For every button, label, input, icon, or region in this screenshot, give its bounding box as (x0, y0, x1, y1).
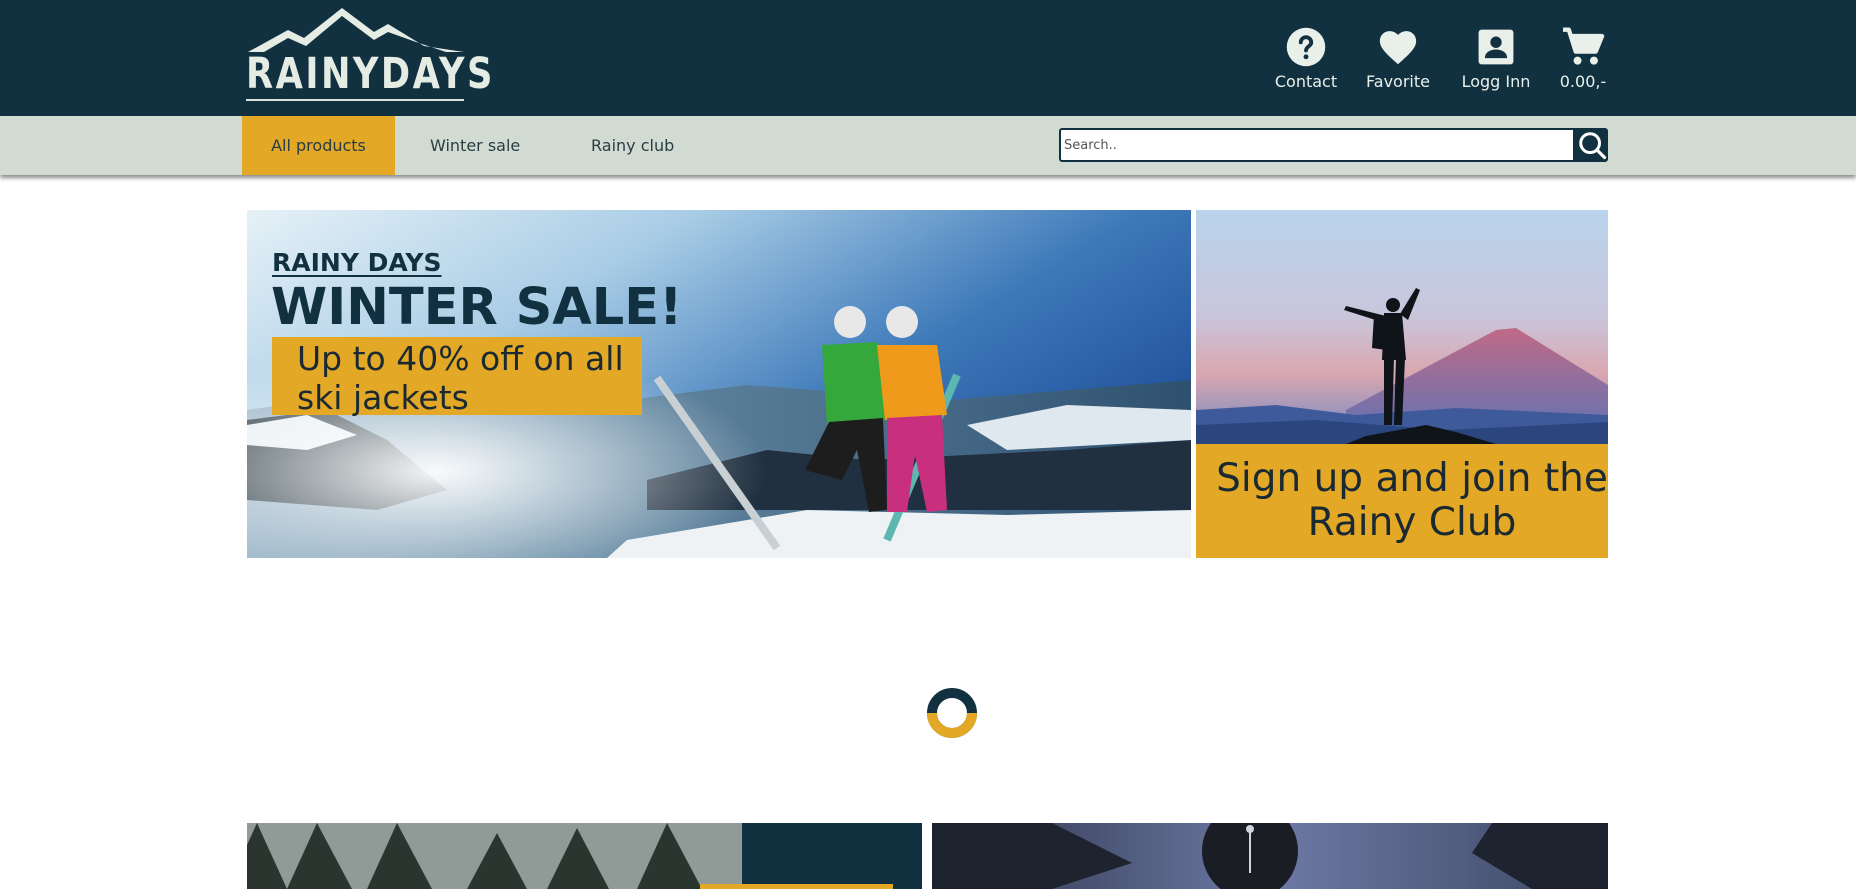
sale-title: WINTER SALE! (271, 278, 683, 337)
sale-brand: RAINY DAYS (272, 248, 442, 277)
nav-item-all-products[interactable]: All products (242, 116, 395, 175)
product-card-forest[interactable] (247, 823, 922, 889)
logo-text: RAINYDAYS (246, 49, 495, 99)
loading-spinner-icon (926, 687, 978, 739)
cart-link[interactable]: 0.00,- (1558, 26, 1608, 91)
site-header: RAINYDAYS Contact Favorite Logg Inn 0.00… (0, 0, 1856, 116)
product-card-watch[interactable] (932, 823, 1608, 889)
login-link[interactable]: Logg Inn (1456, 26, 1536, 91)
login-label: Logg Inn (1461, 72, 1531, 91)
watch-photo (932, 823, 1608, 889)
winter-sale-banner[interactable]: RAINY DAYS WINTER SALE! Up to 40% off on… (247, 210, 1191, 558)
sale-offer-box: Up to 40% off on all ski jackets (272, 337, 642, 417)
logo-underline (246, 99, 464, 101)
cart-icon (1558, 26, 1608, 68)
account-box-icon (1456, 26, 1536, 68)
favorite-link[interactable]: Favorite (1363, 26, 1433, 91)
search-input[interactable] (1059, 128, 1575, 162)
cart-total: 0.00,- (1559, 72, 1607, 91)
contact-link[interactable]: Contact (1271, 26, 1341, 91)
forest-photo (247, 823, 922, 889)
sale-offer-text: Up to 40% off on all ski jackets (297, 339, 624, 417)
heart-icon (1363, 26, 1433, 68)
logo[interactable]: RAINYDAYS (246, 8, 495, 104)
search-button[interactable] (1575, 128, 1608, 162)
rainy-club-banner[interactable]: Sign up and join the Rainy Club (1196, 210, 1608, 558)
nav-bar: All products Winter sale Rainy club (0, 116, 1856, 175)
help-circle-icon (1271, 26, 1341, 68)
club-signup-box: Sign up and join the Rainy Club (1196, 444, 1608, 558)
nav-item-rainy-club[interactable]: Rainy club (591, 116, 691, 175)
contact-label: Contact (1274, 72, 1338, 91)
search-bar (1059, 128, 1608, 162)
nav-item-winter-sale[interactable]: Winter sale (430, 116, 540, 175)
favorite-label: Favorite (1366, 72, 1430, 91)
club-signup-text: Sign up and join the Rainy Club (1216, 456, 1608, 545)
search-icon (1578, 132, 1606, 160)
